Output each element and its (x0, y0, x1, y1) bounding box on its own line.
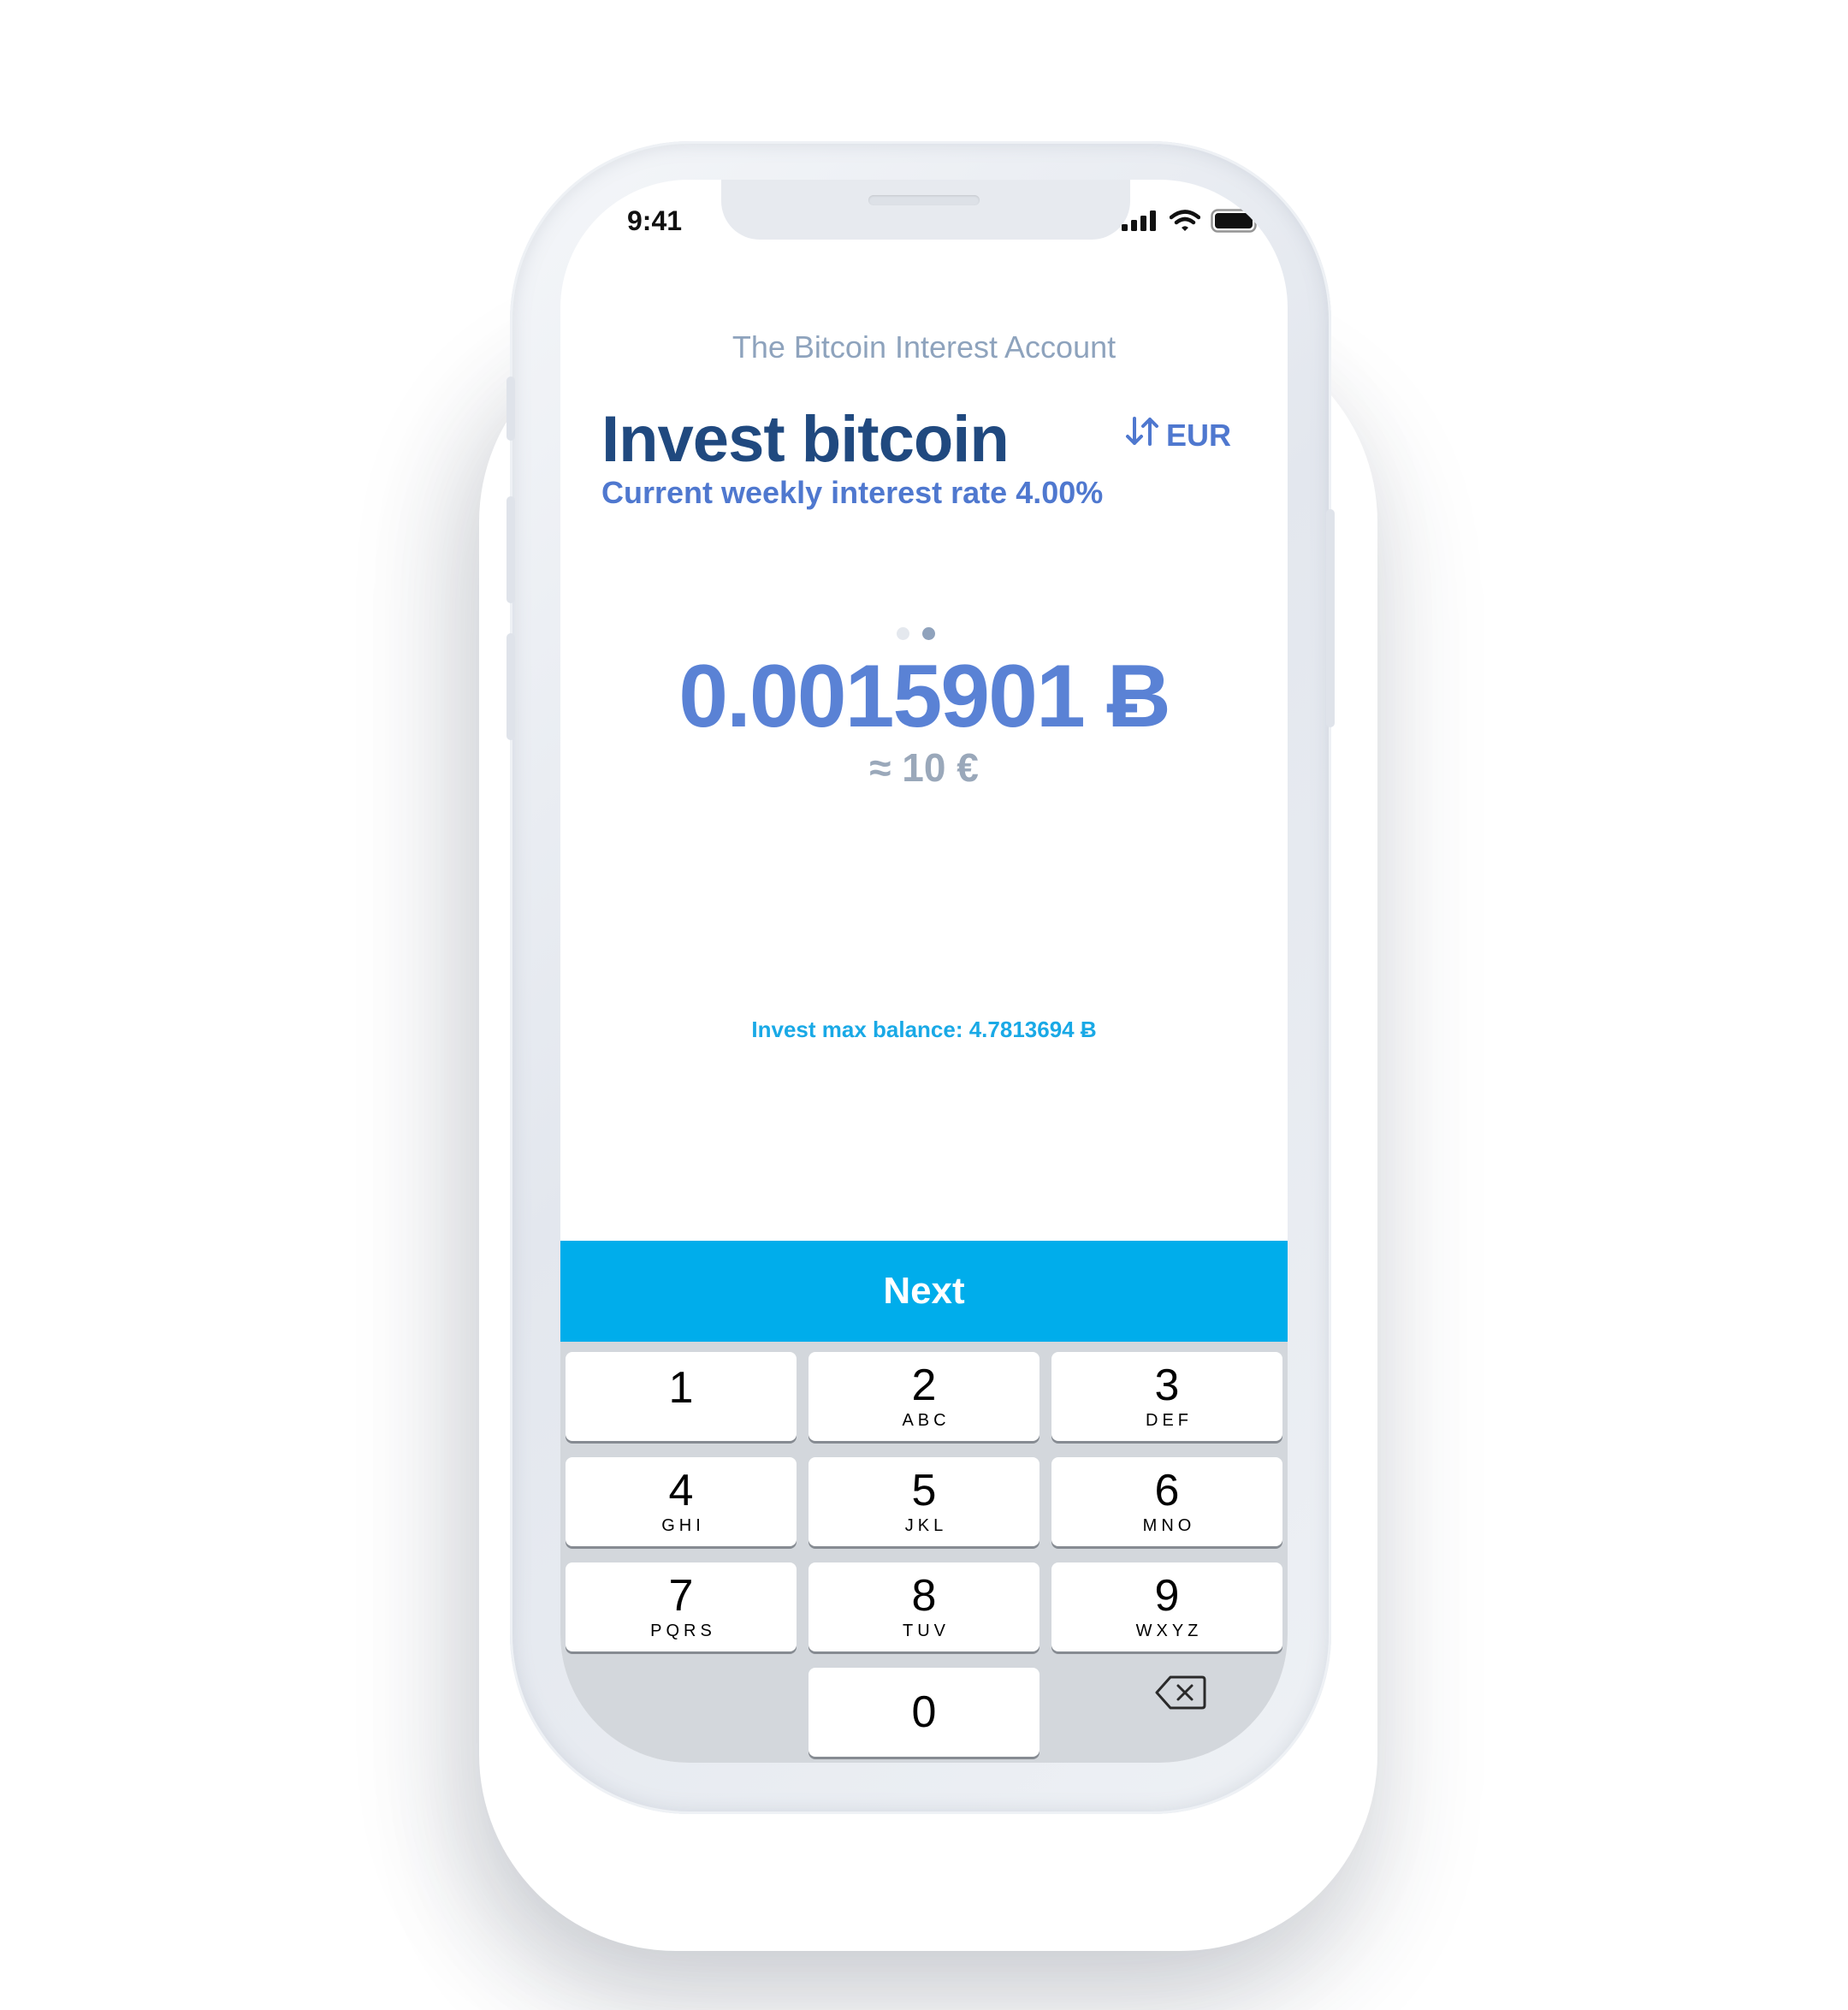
key-1[interactable]: 1 (566, 1352, 797, 1441)
pager-dot[interactable] (897, 627, 909, 640)
key-8[interactable]: 8 TUV (808, 1562, 1040, 1651)
currency-toggle-label: EUR (1165, 417, 1231, 453)
key-4[interactable]: 4 GHI (566, 1457, 797, 1546)
key-2[interactable]: 2 ABC (808, 1352, 1040, 1441)
side-button-mute (506, 377, 515, 441)
key-digit: 5 (911, 1465, 937, 1515)
key-0[interactable]: 0 (808, 1668, 1040, 1757)
key-letters: WXYZ (1135, 1621, 1203, 1640)
key-digit: 1 (668, 1363, 694, 1413)
pager-dots (897, 627, 935, 640)
battery-icon (1211, 209, 1262, 237)
side-button-power (1326, 509, 1335, 727)
page-title: Invest bitcoin (601, 403, 1010, 476)
key-digit: 4 (668, 1465, 694, 1515)
interest-rate-text: Current weekly interest rate 4.00% (601, 475, 1104, 510)
key-letters: ABC (902, 1410, 951, 1430)
key-digit: 0 (911, 1687, 937, 1737)
key-5[interactable]: 5 JKL (808, 1457, 1040, 1546)
key-digit: 3 (1154, 1360, 1180, 1410)
wifi-icon (1169, 210, 1201, 236)
signal-icon (1122, 210, 1159, 235)
fiat-equivalent: ≈ 10 € (869, 745, 979, 790)
notch (721, 180, 1130, 240)
swap-arrows-icon (1125, 417, 1159, 454)
phone-screen: 9:41 The Bitcoin Interest Account Invest… (560, 180, 1288, 1763)
key-6[interactable]: 6 MNO (1051, 1457, 1282, 1546)
side-button-volume-down (506, 633, 515, 740)
key-letters: PQRS (650, 1621, 716, 1640)
speaker-grille (868, 195, 980, 205)
key-digit: 6 (1154, 1465, 1180, 1515)
account-name: The Bitcoin Interest Account (732, 329, 1116, 365)
status-time: 9:41 (627, 205, 683, 236)
key-3[interactable]: 3 DEF (1051, 1352, 1282, 1441)
key-letters: TUV (903, 1621, 950, 1640)
key-letters: GHI (661, 1515, 705, 1535)
delete-key[interactable] (1142, 1664, 1219, 1724)
key-digit: 8 (911, 1570, 937, 1621)
key-letters: JKL (904, 1515, 948, 1535)
invest-max-balance-link[interactable]: Invest max balance: 4.7813694 Ƀ (560, 1017, 1288, 1043)
key-digit: 7 (668, 1570, 694, 1621)
key-7[interactable]: 7 PQRS (566, 1562, 797, 1651)
btc-amount: 0.0015901 Ƀ (678, 647, 1171, 746)
mockup-stage: 9:41 The Bitcoin Interest Account Invest… (0, 0, 1848, 2010)
key-letters: MNO (1142, 1515, 1196, 1535)
key-9[interactable]: 9 WXYZ (1051, 1562, 1282, 1651)
key-digit: 9 (1154, 1570, 1180, 1621)
key-letters: DEF (1146, 1410, 1193, 1430)
key-digit: 2 (911, 1360, 937, 1410)
currency-toggle-button[interactable]: EUR (1125, 417, 1231, 454)
backspace-icon (1155, 1675, 1206, 1715)
next-button[interactable]: Next (560, 1241, 1288, 1342)
side-button-volume-up (506, 496, 515, 603)
status-icons (1122, 209, 1262, 237)
pager-dot-active[interactable] (922, 627, 935, 640)
